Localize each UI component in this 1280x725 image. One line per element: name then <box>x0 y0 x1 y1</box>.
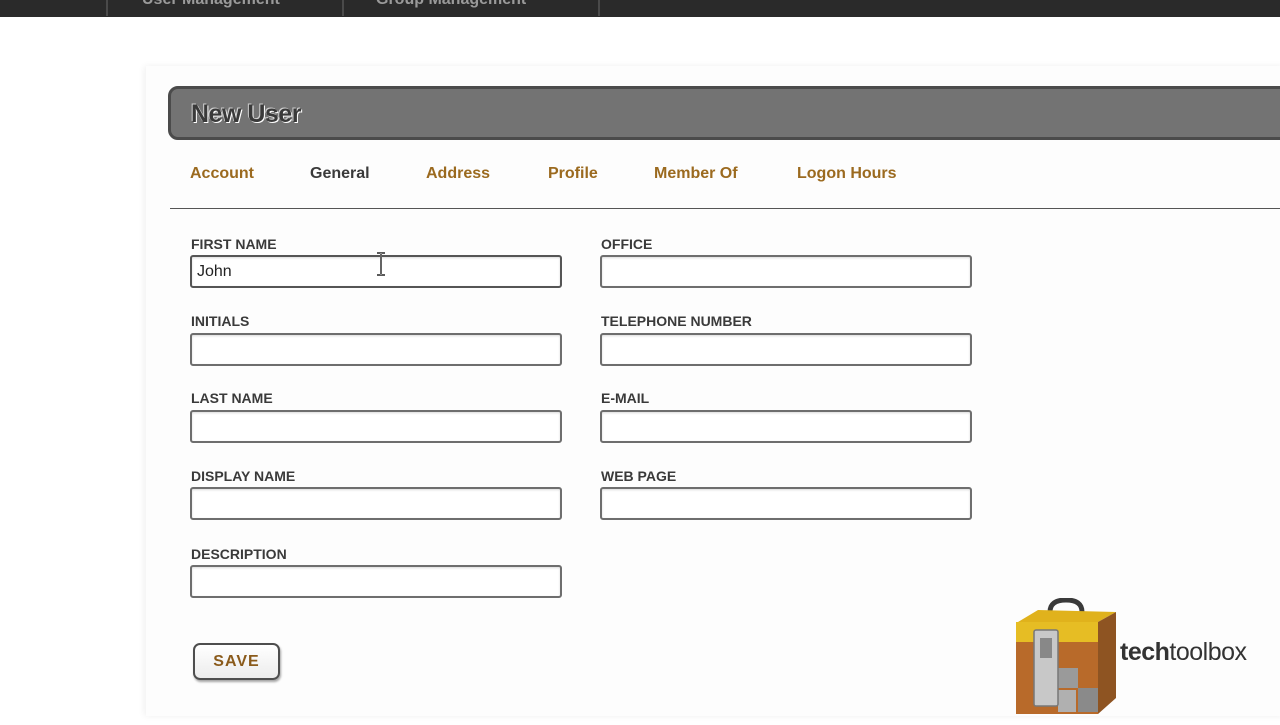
last-name-label: LAST NAME <box>191 390 273 406</box>
tab-general[interactable]: General <box>310 165 370 183</box>
tab-member-of[interactable]: Member Of <box>654 165 738 183</box>
user-tabs: Account General Address Profile Member O… <box>170 160 1280 209</box>
description-label: DESCRIPTION <box>191 546 287 562</box>
tab-logon-hours[interactable]: Logon Hours <box>797 165 897 183</box>
top-nav-tab-group-management[interactable]: Group Management <box>342 0 600 16</box>
display-name-field[interactable] <box>190 487 562 520</box>
telephone-label: TELEPHONE NUMBER <box>601 313 752 329</box>
first-name-label: FIRST NAME <box>191 236 277 252</box>
office-label: OFFICE <box>601 236 653 252</box>
initials-label: INITIALS <box>191 313 250 329</box>
web-page-label: WEB PAGE <box>601 468 677 484</box>
text-cursor-icon <box>377 252 385 276</box>
top-nav-bar: User Management Group Management <box>0 0 1280 17</box>
techtoolbox-logo: techtoolbox <box>1012 597 1280 720</box>
display-name-label: DISPLAY NAME <box>191 468 296 484</box>
last-name-field[interactable] <box>190 410 562 443</box>
tab-profile[interactable]: Profile <box>548 165 598 183</box>
page-title: New User <box>191 100 301 128</box>
email-field[interactable] <box>600 410 972 443</box>
initials-field[interactable] <box>190 333 562 366</box>
logo-toolbox-text: toolbox <box>1169 638 1247 666</box>
description-field[interactable] <box>190 565 562 598</box>
save-button[interactable]: SAVE <box>193 643 280 680</box>
logo-tech-text: tech <box>1120 638 1170 666</box>
telephone-field[interactable] <box>600 333 972 366</box>
page-header: New User <box>168 86 1280 140</box>
toolbox-icon <box>1016 597 1116 714</box>
office-field[interactable] <box>600 255 972 288</box>
tab-address[interactable]: Address <box>426 165 490 183</box>
top-nav-tab-user-management[interactable]: User Management <box>106 0 344 16</box>
email-label: E-MAIL <box>601 390 650 406</box>
tab-account[interactable]: Account <box>190 165 254 183</box>
logo-wordmark: techtoolbox <box>1120 638 1247 667</box>
web-page-field[interactable] <box>600 487 972 520</box>
